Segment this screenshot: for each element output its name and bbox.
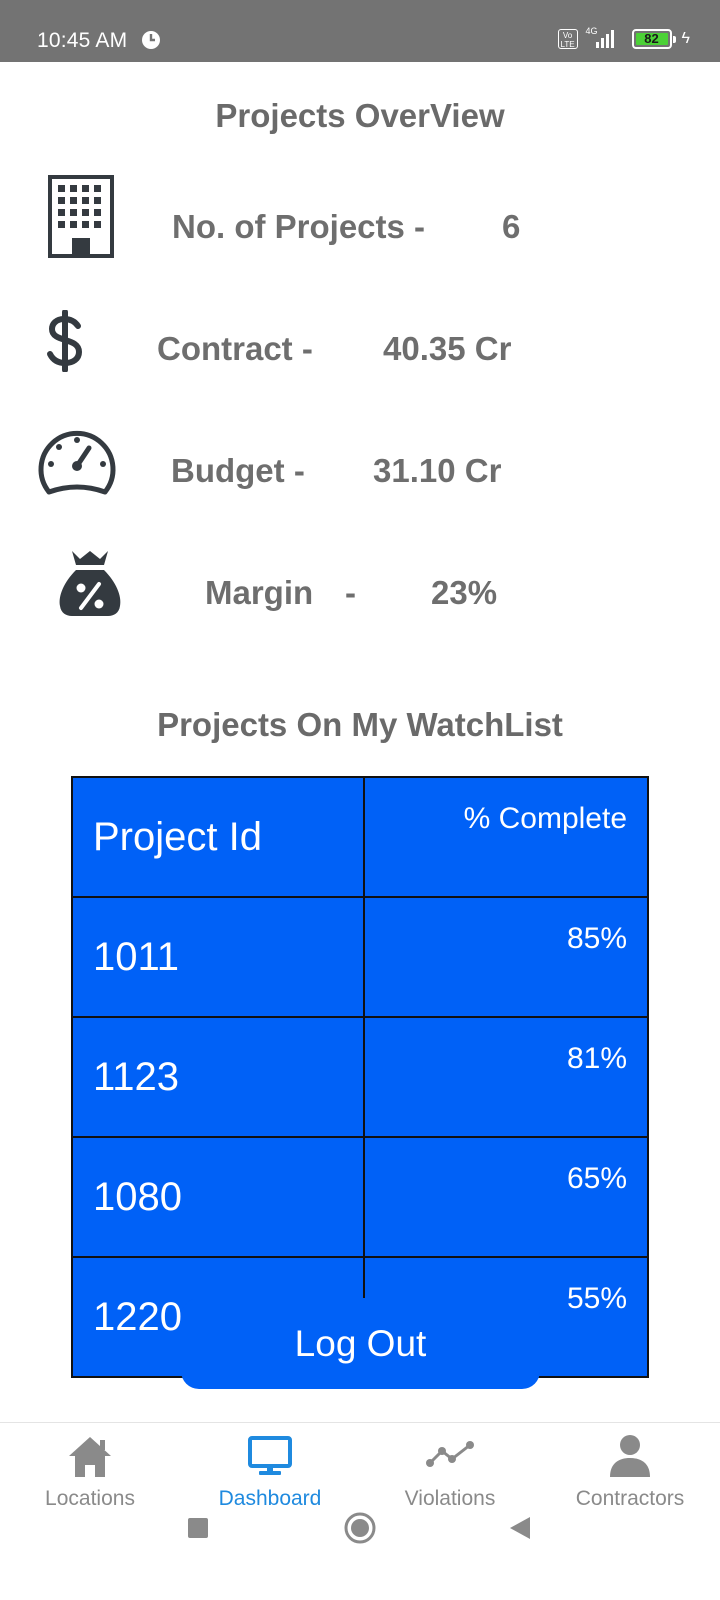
overview-title: Projects OverView [215,97,505,134]
nav-locations-label: Locations [45,1487,135,1510]
money-bag-percent-icon [58,548,122,623]
complete-cell: 65% [362,1136,650,1258]
nav-contractors-label: Contractors [575,1487,685,1510]
projects-count-label: No. of Projects - [172,208,426,245]
charging-icon: ϟ [681,30,690,47]
contract-value: 40.35 Cr [383,330,512,367]
clock-icon [141,30,161,55]
complete-cell: 85% [362,896,650,1018]
project-id-cell: 1011 [71,896,365,1018]
battery-level: 82 [644,31,659,46]
signal-icon: 4G [584,26,626,50]
header-complete: % Complete [362,776,650,898]
complete-cell: 81% [362,1016,650,1138]
building-icon [48,175,114,263]
table-row[interactable]: 1011 85% [71,896,650,1018]
logout-button[interactable]: Log Out [181,1298,540,1389]
table-header-row: Project Id % Complete [71,776,650,898]
header-project-id: Project Id [71,776,365,898]
monitor-icon [247,1435,293,1482]
nav-dashboard[interactable]: Dashboard [180,1423,360,1517]
bottom-nav: Locations Dashboard Violations Contracto… [0,1422,720,1517]
nav-violations[interactable]: Violations [360,1423,540,1517]
home-icon [67,1435,113,1484]
nav-violations-label: Violations [404,1487,496,1510]
status-bar: 10:45 AM Vo LTE 4G 82 ϟ [0,0,720,62]
contract-label: Contract - [157,330,313,367]
budget-label: Budget - [171,452,305,489]
recents-button[interactable] [187,1517,209,1544]
line-chart-icon [426,1439,474,1474]
nav-contractors[interactable]: Contractors [540,1423,720,1517]
home-button[interactable] [344,1512,376,1549]
margin-dash: - [345,574,356,611]
nav-dashboard-label: Dashboard [218,1487,322,1510]
back-button[interactable] [508,1516,532,1545]
margin-label: Margin [205,574,314,611]
battery-icon: 82 [631,29,676,49]
margin-value: 23% [431,574,498,611]
speedometer-icon [37,428,117,505]
table-row[interactable]: 1123 81% [71,1016,650,1138]
system-nav-bar [0,1512,720,1600]
volte-icon: Vo LTE [557,29,578,49]
watchlist-table: Project Id % Complete 1011 85% 1123 81% … [71,776,650,1378]
nav-locations[interactable]: Locations [0,1423,180,1517]
dollar-icon [44,309,86,377]
project-id-cell: 1080 [71,1136,365,1258]
project-id-cell: 1123 [71,1016,365,1138]
status-time: 10:45 AM [37,29,128,52]
watchlist-title: Projects On My WatchList [157,706,563,743]
budget-value: 31.10 Cr [373,452,502,489]
person-icon [609,1433,651,1482]
projects-count-value: 6 [502,208,521,245]
table-row[interactable]: 1080 65% [71,1136,650,1258]
